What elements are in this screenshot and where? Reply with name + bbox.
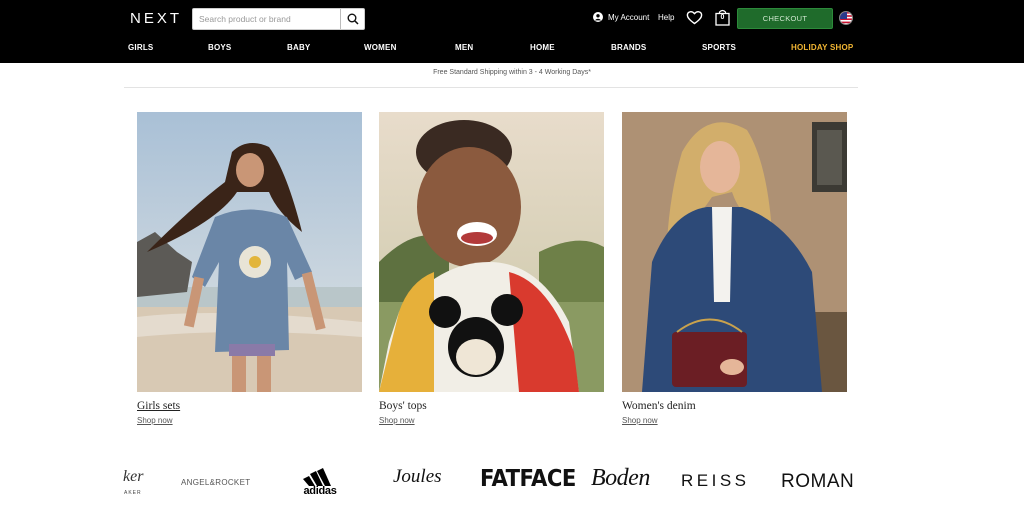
brand-fatface[interactable]: FATFACE [480, 466, 576, 492]
brand-boden[interactable]: Boden [591, 465, 650, 492]
boys-tops-title[interactable]: Boys' tops [379, 400, 427, 412]
boys-tops-shop-now[interactable]: Shop now [379, 416, 415, 425]
help-link[interactable]: Help [658, 13, 674, 22]
shopping-bag-button[interactable]: 0 [715, 9, 730, 26]
nav-women[interactable]: WOMEN [364, 43, 397, 52]
next-logo[interactable]: NEXT [130, 10, 182, 27]
search-button[interactable] [340, 9, 364, 29]
boys-tops-image[interactable] [379, 112, 604, 392]
nav-men[interactable]: MEN [455, 43, 473, 52]
nav-holiday-shop[interactable]: HOLIDAY SHOP [791, 43, 853, 52]
brand-roman[interactable]: ROMAN [781, 471, 854, 493]
brand-adidas[interactable]: adidas [299, 468, 341, 498]
site-header: NEXT My Account Help 0 CHECKOUT [0, 0, 1024, 63]
my-account-label: My Account [608, 12, 650, 22]
brand-joules[interactable]: Joules [393, 466, 442, 488]
checkout-button[interactable]: CHECKOUT [737, 8, 833, 29]
girls-sets-image[interactable] [137, 112, 362, 392]
womens-denim-title[interactable]: Women's denim [622, 400, 696, 412]
divider [124, 87, 858, 88]
user-icon [593, 12, 603, 22]
main-nav: GIRLS BOYS BABY WOMEN MEN HOME BRANDS SP… [0, 43, 1024, 57]
brand-reiss[interactable]: REISS [681, 471, 750, 491]
womens-denim-shop-now[interactable]: Shop now [622, 416, 658, 425]
brand-partial-logo[interactable]: ker [123, 468, 143, 486]
search-bar [192, 8, 365, 30]
nav-sports[interactable]: SPORTS [702, 43, 736, 52]
bag-count: 0 [720, 14, 725, 21]
shipping-banner: Free Standard Shipping within 3 - 4 Work… [433, 69, 591, 76]
nav-girls[interactable]: GIRLS [128, 43, 153, 52]
brand-partial-sub: AKER [124, 490, 142, 496]
country-selector[interactable] [839, 11, 853, 25]
womens-denim-image[interactable] [622, 112, 847, 392]
us-flag-icon [840, 12, 852, 24]
nav-boys[interactable]: BOYS [208, 43, 231, 52]
girls-sets-title[interactable]: Girls sets [137, 400, 180, 412]
nav-home[interactable]: HOME [530, 43, 555, 52]
nav-baby[interactable]: BABY [287, 43, 310, 52]
nav-brands[interactable]: BRANDS [611, 43, 646, 52]
search-input[interactable] [193, 9, 340, 29]
girls-sets-shop-now[interactable]: Shop now [137, 416, 173, 425]
heart-icon[interactable] [686, 10, 703, 25]
adidas-logo-icon [303, 468, 331, 486]
search-icon [347, 13, 359, 25]
brand-adidas-text: adidas [303, 485, 337, 497]
my-account-link[interactable]: My Account [593, 12, 649, 22]
brand-angel-rocket[interactable]: ANGEL&ROCKET [181, 478, 250, 487]
